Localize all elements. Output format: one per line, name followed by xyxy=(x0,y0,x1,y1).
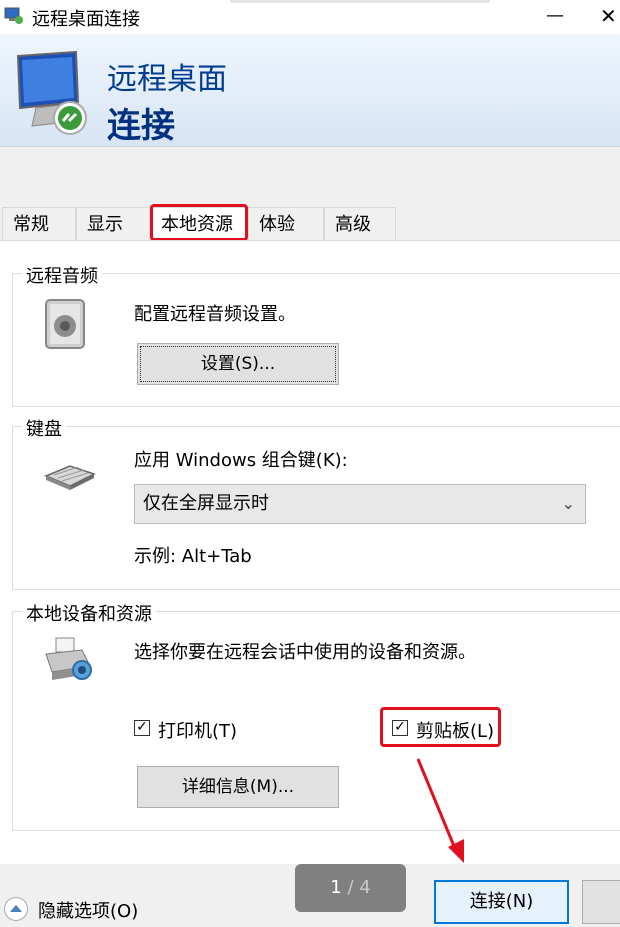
clipboard-checkbox-label[interactable]: 剪贴板(L) xyxy=(416,717,494,743)
clipboard-checkbox[interactable]: ✓ xyxy=(392,720,408,736)
tab-general[interactable]: 常规 xyxy=(2,207,76,241)
keyboard-group-legend: 键盘 xyxy=(22,415,66,441)
title-bar-edge xyxy=(230,0,490,3)
page-current: 1 xyxy=(330,877,342,898)
monitor-icon xyxy=(16,50,87,135)
page-indicator: 1 / 4 xyxy=(295,864,406,912)
annotation-arrow xyxy=(416,758,464,863)
keyboard-icon xyxy=(44,465,96,490)
audio-settings-button[interactable]: 设置(S)... xyxy=(137,343,339,385)
title-bar: 远程桌面连接 — ✕ xyxy=(0,0,620,34)
tab-display[interactable]: 显示 xyxy=(76,207,150,241)
connect-button[interactable]: 连接(N) xyxy=(434,880,569,924)
windows-keys-dropdown[interactable]: 仅在全屏显示时 ⌄ xyxy=(134,484,586,524)
printer-checkbox[interactable]: ✓ xyxy=(134,720,150,736)
chevron-up-icon xyxy=(10,905,22,912)
tab-highlight-box xyxy=(150,204,248,241)
remote-desktop-icon xyxy=(4,7,23,24)
banner-subtitle: 连接 xyxy=(107,106,175,146)
chevron-down-icon: ⌄ xyxy=(561,494,575,513)
local-devices-group-legend: 本地设备和资源 xyxy=(22,600,156,626)
help-button[interactable] xyxy=(582,880,620,924)
speaker-icon xyxy=(45,299,85,349)
header-banner: 远程桌面 连接 xyxy=(0,34,620,147)
close-button[interactable]: ✕ xyxy=(600,2,620,30)
hide-options-link[interactable]: 隐藏选项(O) xyxy=(38,897,138,923)
audio-group xyxy=(12,273,620,407)
collapse-options-icon[interactable] xyxy=(4,897,28,921)
tab-strip: 常规 显示 本地资源 体验 高级 xyxy=(0,204,620,241)
tab-experience[interactable]: 体验 xyxy=(248,207,324,241)
details-button[interactable]: 详细信息(M)... xyxy=(137,766,339,808)
apply-windows-keys-label: 应用 Windows 组合键(K): xyxy=(134,450,348,471)
audio-description: 配置远程音频设置。 xyxy=(134,304,296,325)
page-total: / 4 xyxy=(341,877,371,898)
audio-group-legend: 远程音频 xyxy=(22,262,102,288)
windows-keys-selected: 仅在全屏显示时 xyxy=(143,493,269,514)
tab-advanced[interactable]: 高级 xyxy=(324,207,396,241)
printer-device-icon xyxy=(45,637,92,680)
local-devices-description: 选择你要在远程会话中使用的设备和资源。 xyxy=(134,642,476,663)
window-title: 远程桌面连接 xyxy=(32,9,140,30)
minimize-button[interactable]: — xyxy=(540,2,570,30)
banner-title: 远程桌面 xyxy=(107,62,227,97)
printer-checkbox-label[interactable]: 打印机(T) xyxy=(158,717,237,743)
keyboard-example: 示例: Alt+Tab xyxy=(134,546,252,567)
